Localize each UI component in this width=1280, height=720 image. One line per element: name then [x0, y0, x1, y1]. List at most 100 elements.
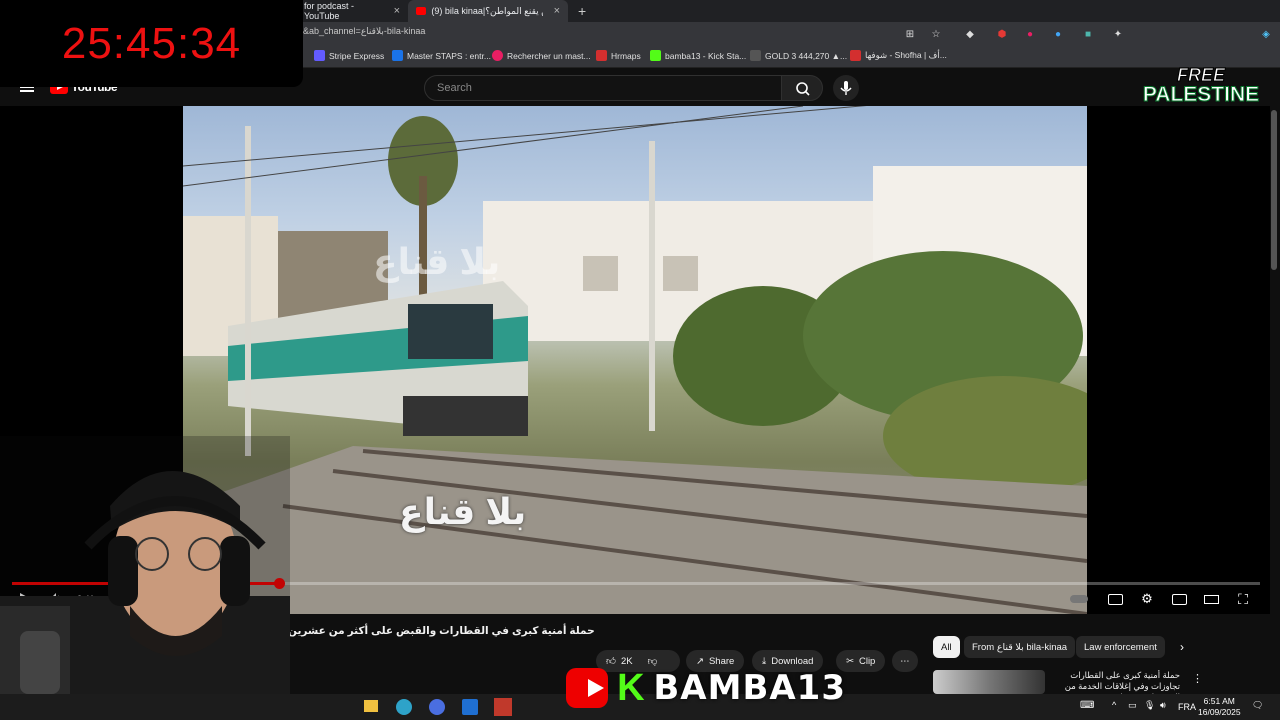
fullscreen-button[interactable]: ⛶	[1234, 590, 1252, 608]
miniplayer-button[interactable]	[1170, 590, 1188, 608]
search-icon	[796, 82, 810, 96]
close-icon[interactable]: ×	[554, 5, 560, 17]
webcam-overlay	[0, 436, 290, 694]
settings-button[interactable]: ⚙	[1138, 590, 1156, 608]
tab-label: for podcast - YouTube	[304, 1, 355, 21]
bookmark-label: GOLD 3 444,270 ▲...	[765, 50, 848, 61]
plus-icon: +	[578, 3, 587, 19]
theater-mode-button[interactable]	[1202, 590, 1220, 608]
autoplay-toggle[interactable]	[1070, 590, 1088, 608]
channel-watermark: بلا قناع	[373, 241, 501, 282]
bookmark-gold[interactable]: GOLD 3 444,270 ▲...	[750, 50, 847, 61]
system-clock[interactable]: 6:51 AM 16/09/2025	[1198, 696, 1241, 718]
extension-blue-icon[interactable]: ●	[1050, 26, 1066, 42]
notification-icon[interactable]: 🗨︎	[1252, 700, 1263, 711]
captions-button[interactable]	[1106, 590, 1124, 608]
share-icon: ↗	[696, 655, 704, 667]
gear-icon: ⚙	[1141, 591, 1153, 606]
tv-icon	[750, 50, 761, 61]
bookmark-stripe-express[interactable]: Stripe Express	[314, 50, 384, 61]
chrome-icon[interactable]	[429, 699, 445, 715]
extension-shield-icon[interactable]: ⬢	[994, 26, 1010, 42]
bookmark-label: شوفها - Shofha | أف...	[865, 50, 947, 60]
chevron-right-icon[interactable]: ›	[1180, 640, 1184, 654]
train-scene-image	[183, 106, 1087, 614]
search-input[interactable]	[425, 76, 781, 100]
shofha-icon	[850, 50, 861, 61]
url-field[interactable]: &ab_channel=بلاقناع-bila-kinaa	[303, 26, 425, 37]
speaker-icon[interactable]: 🔊︎	[1160, 700, 1166, 711]
chevron-up-icon[interactable]: ^	[1112, 700, 1116, 710]
scissors-icon: ✂	[846, 655, 854, 667]
miniplayer-icon	[1171, 593, 1187, 605]
tab-bila-kinaa[interactable]: (9) bila kinaa|‏هل من يقنع المواطن؟ ×	[408, 0, 568, 22]
close-icon[interactable]: ×	[394, 5, 400, 17]
language-indicator[interactable]: FRA	[1178, 702, 1196, 712]
free-palestine-overlay: FREE PALESTINE	[1128, 66, 1274, 112]
bookmark-master-staps[interactable]: Master STAPS : entr...	[392, 50, 491, 61]
stream-timer: 25:45:34	[0, 0, 303, 87]
tab-label: (9) bila kinaa|‏هل من يقنع المواطن؟	[431, 5, 542, 16]
more-horizontal-icon: ⋯	[900, 655, 910, 667]
extension-pink-icon[interactable]: ●	[1022, 26, 1038, 42]
kick-icon	[650, 50, 661, 61]
profile-icon	[492, 50, 503, 61]
bookmark-shofha[interactable]: شوفها - Shofha | أف...	[850, 50, 947, 61]
like-count: 2K	[620, 655, 633, 667]
video-frame[interactable]: بلا قناع بلا قناع	[183, 106, 1087, 614]
clock-time: 6:51 AM	[1203, 696, 1235, 706]
more-actions-button[interactable]: ⋯	[892, 650, 918, 672]
overlay-line2: PALESTINE	[1142, 83, 1260, 106]
extensions-puzzle-icon[interactable]: ✦	[1110, 26, 1126, 42]
stream-banner: K BAMBA13	[566, 666, 846, 710]
more-vertical-icon[interactable]: ⋮	[1192, 672, 1203, 685]
recommendation-thumbnail[interactable]	[933, 670, 1045, 694]
theater-icon	[1203, 594, 1219, 604]
overlay-line1: FREE	[1176, 65, 1225, 85]
search-button[interactable]	[781, 75, 823, 101]
extension-diamond-icon[interactable]: ◆	[962, 26, 978, 42]
edge-browser-icon[interactable]	[396, 699, 412, 715]
microphone-icon	[840, 81, 852, 95]
bookmark-label: Stripe Express	[329, 50, 385, 61]
video-title: حملة أمنية كبرى في القطارات والقبض على أ…	[288, 625, 595, 637]
voice-search-button[interactable]	[833, 75, 859, 101]
bookmark-label: Rechercher un mast...	[507, 50, 591, 61]
recommendation-title[interactable]: حملة أمنية كبرى على القطارات تجاوزات وفي…	[1050, 670, 1180, 694]
install-app-icon[interactable]: ⊞	[902, 26, 918, 42]
youtube-favicon-icon	[416, 7, 427, 15]
outlook-icon[interactable]	[462, 699, 478, 715]
clock-date: 16/09/2025	[1198, 707, 1241, 717]
share-label: Share	[708, 655, 735, 667]
bookmark-label: Master STAPS : entr...	[407, 50, 491, 61]
chip-all[interactable]: All	[933, 636, 960, 658]
file-explorer-icon[interactable]	[364, 700, 378, 712]
copilot-icon[interactable]: ◈	[1258, 26, 1274, 42]
tab-podcast[interactable]: for podcast - YouTube ×	[296, 0, 408, 22]
youtube-logo-icon	[566, 668, 609, 708]
streamer-webcam-image	[0, 436, 290, 694]
folder-icon	[392, 50, 403, 61]
recording-app-icon[interactable]	[494, 698, 512, 716]
streamer-name: BAMBA13	[653, 668, 846, 708]
video-subtitle: بلا قناع	[399, 491, 527, 532]
bookmark-hrmaps[interactable]: Hrmaps	[596, 50, 641, 61]
bookmark-label: Hrmaps	[611, 50, 641, 61]
chip-from-channel[interactable]: From بلا قناع bila-kinaa	[964, 636, 1076, 658]
microphone-tray-icon[interactable]: 🎙︎	[1144, 700, 1155, 711]
clip-label: Clip	[858, 655, 876, 667]
network-icon[interactable]: ▭	[1128, 700, 1137, 711]
bookmark-star-icon[interactable]: ☆	[928, 26, 944, 42]
new-tab-button[interactable]: +	[570, 0, 594, 22]
bookmark-label: bamba13 - Kick Sta...	[665, 50, 747, 61]
bookmark-rechercher-master[interactable]: Rechercher un mast...	[492, 50, 591, 61]
scrollbar-thumb[interactable]	[1271, 110, 1277, 270]
timer-value: 25:45:34	[61, 18, 242, 68]
fullscreen-icon: ⛶	[1238, 590, 1248, 607]
keyboard-icon[interactable]: ⌨	[1080, 700, 1094, 711]
hrmaps-icon	[596, 50, 607, 61]
kick-logo-icon: K	[617, 666, 645, 709]
chip-law-enforcement[interactable]: Law enforcement	[1076, 636, 1165, 658]
extension-teal-icon[interactable]: ■	[1080, 26, 1096, 42]
bookmark-bamba13-kick[interactable]: bamba13 - Kick Sta...	[650, 50, 746, 61]
